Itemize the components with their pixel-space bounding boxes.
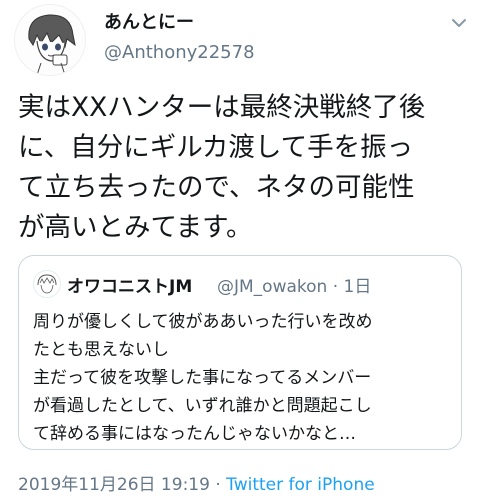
quoted-author-avatar — [33, 270, 61, 298]
anime-avatar-icon — [28, 14, 76, 75]
quoted-author-name: オワコニストJM — [67, 277, 193, 297]
quoted-tweet-card[interactable]: オワコニストJM @JM_owakon · 1日 周りが優しくして彼がああいった… — [18, 255, 462, 450]
tweet-text: 実はXXハンターは最終決戦終了後 に、自分にギルカ渡して手を振っ て立ち去ったの… — [18, 92, 426, 243]
quoted-tweet-text: 周りが優しくして彼がああいった行いを改め たとも思えないし 主だって彼を攻撃した… — [33, 312, 373, 444]
tweet-footer: 2019年11月26日 19:19 · Twitter for iPhone — [18, 470, 375, 495]
anime-avatar-icon — [37, 274, 57, 294]
chevron-down-icon[interactable] — [448, 12, 470, 34]
quoted-author-meta: @JM_owakon · 1日 — [217, 277, 372, 297]
author-avatar[interactable] — [14, 4, 86, 76]
author-handle[interactable]: @Anthony22578 — [104, 42, 255, 63]
author-display-name[interactable]: あんとにー — [104, 8, 194, 34]
tweet-timestamp[interactable]: 2019年11月26日 19:19 · — [18, 475, 226, 495]
tweet-source-link[interactable]: Twitter for iPhone — [226, 475, 375, 495]
